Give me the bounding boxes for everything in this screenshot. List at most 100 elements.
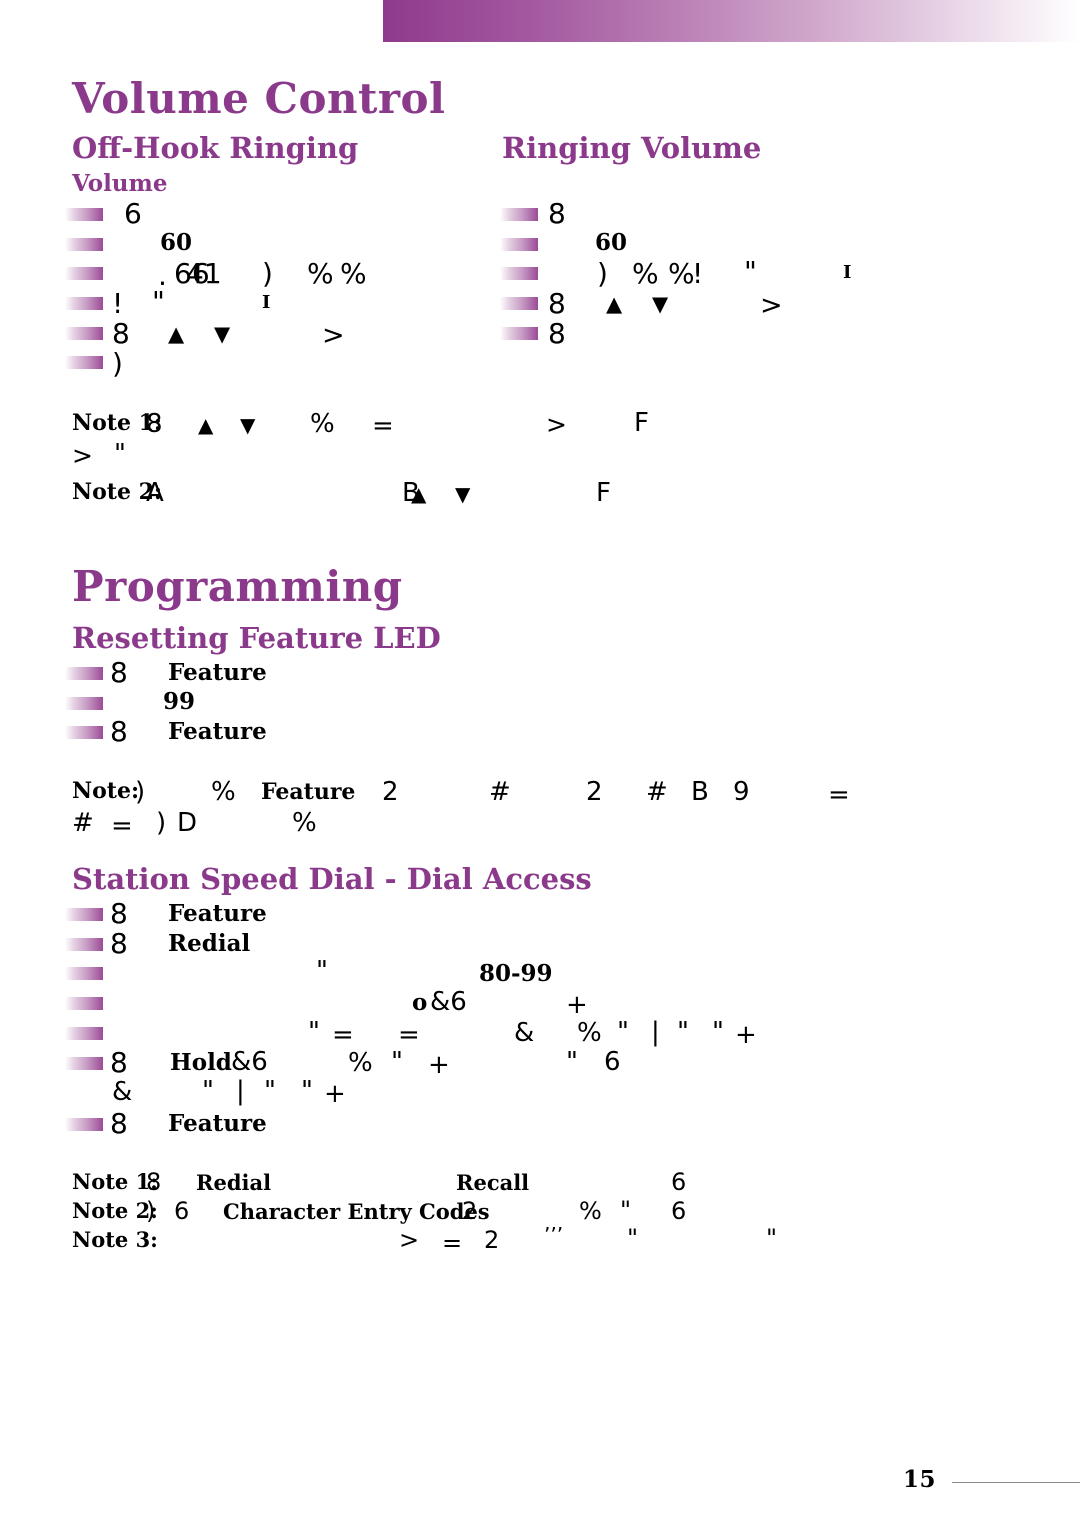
body-glyph: % xyxy=(292,808,317,838)
body-glyph: o xyxy=(412,989,428,1016)
body-glyph: ▲ xyxy=(606,292,623,316)
body-glyph: ▼ xyxy=(240,413,256,437)
body-glyph: ) xyxy=(262,257,273,290)
body-glyph: 8 xyxy=(112,317,130,350)
heading-off-hook-ringing: Off-Hook Ringing xyxy=(72,131,359,165)
body-glyph: = xyxy=(398,1020,420,1050)
body-glyph: I xyxy=(262,292,271,313)
body-glyph: > xyxy=(399,1226,420,1254)
body-glyph: ▲ xyxy=(411,482,427,506)
body-glyph: # xyxy=(72,808,94,838)
body-glyph: Feature xyxy=(168,900,267,927)
body-glyph: Character Entry Codes xyxy=(223,1199,490,1224)
body-glyph: " xyxy=(152,285,165,318)
body-glyph: 8 xyxy=(110,715,128,748)
body-glyph: D xyxy=(177,808,198,838)
body-glyph: " xyxy=(264,1076,276,1106)
body-glyph: Redial xyxy=(196,1170,272,1195)
body-glyph: % xyxy=(579,1197,602,1225)
bullet-marker xyxy=(65,1118,103,1131)
body-glyph: 8 xyxy=(548,197,566,230)
body-glyph: ) xyxy=(112,347,123,380)
body-glyph: 8 xyxy=(548,287,566,320)
body-glyph: Hold xyxy=(170,1049,232,1076)
body-glyph: ) xyxy=(597,257,608,290)
body-glyph: ▼ xyxy=(455,482,471,506)
body-glyph: 2 xyxy=(382,777,399,807)
body-glyph: 99 xyxy=(163,688,196,715)
body-glyph: " xyxy=(202,1076,214,1106)
body-glyph: Redial xyxy=(168,930,251,957)
footer-rule xyxy=(952,1482,1080,1483)
body-glyph: ▲ xyxy=(168,322,185,346)
body-glyph: " xyxy=(566,1047,578,1077)
body-glyph: > xyxy=(760,290,783,321)
body-glyph: = xyxy=(442,1229,463,1257)
bullet-marker xyxy=(65,997,103,1010)
body-glyph: + xyxy=(428,1050,450,1080)
page-title-programming: Programming xyxy=(72,562,403,611)
body-glyph: | xyxy=(651,1017,660,1047)
body-glyph: 6 xyxy=(604,1047,621,1077)
bullet-marker xyxy=(65,208,103,221)
body-glyph: ▲ xyxy=(198,413,214,437)
body-glyph: ) xyxy=(156,808,167,838)
body-glyph: I xyxy=(843,262,852,283)
body-glyph: ) xyxy=(146,1197,156,1225)
body-glyph: 6 xyxy=(174,1197,190,1225)
heading-resetting-feature-led: Resetting Feature LED xyxy=(72,621,441,655)
body-glyph: % xyxy=(668,257,695,290)
body-glyph: + xyxy=(735,1020,757,1050)
bullet-marker xyxy=(65,327,103,340)
bullet-marker xyxy=(65,908,103,921)
body-glyph: Recall xyxy=(456,1170,530,1195)
body-glyph: % xyxy=(632,257,659,290)
body-glyph: 8 xyxy=(548,317,566,350)
body-glyph: " xyxy=(712,1017,724,1047)
body-glyph: " xyxy=(744,255,757,288)
body-glyph: ) xyxy=(135,777,146,807)
body-glyph: 8 xyxy=(110,656,128,689)
body-glyph: # xyxy=(489,777,511,807)
body-glyph: " xyxy=(316,956,328,986)
body-glyph: ! xyxy=(692,257,704,290)
body-glyph: 60 xyxy=(595,229,628,256)
body-glyph: &6 xyxy=(231,1047,268,1077)
body-glyph: 8 xyxy=(110,1107,128,1140)
body-glyph: > xyxy=(72,441,93,470)
body-glyph: 8 xyxy=(146,409,163,439)
body-glyph: A xyxy=(146,478,164,508)
body-glyph: = xyxy=(372,411,394,441)
body-glyph: + xyxy=(324,1079,346,1109)
body-glyph: = xyxy=(332,1020,354,1050)
body-glyph: % xyxy=(577,1018,602,1048)
heading-ringing-volume: Ringing Volume xyxy=(502,131,762,165)
body-glyph: 6 xyxy=(124,197,142,230)
bullet-marker xyxy=(65,697,103,710)
body-glyph: F xyxy=(596,478,611,508)
body-glyph: > xyxy=(322,320,345,351)
body-glyph: ! xyxy=(112,287,124,320)
bullet-marker xyxy=(65,238,103,251)
body-glyph: " xyxy=(308,1017,320,1047)
bullet-marker xyxy=(500,238,538,251)
bullet-marker xyxy=(500,327,538,340)
body-glyph: % xyxy=(211,777,236,807)
bullet-marker xyxy=(65,297,103,310)
body-glyph: 8 xyxy=(146,1168,162,1196)
body-glyph: " xyxy=(301,1076,313,1106)
body-glyph: % xyxy=(310,409,335,439)
body-glyph: 2 xyxy=(586,777,603,807)
body-glyph: 8 xyxy=(110,1046,128,1079)
bullet-marker xyxy=(65,967,103,980)
body-glyph: 2 xyxy=(484,1226,500,1254)
body-glyph: " xyxy=(620,1196,632,1224)
document-page: Volume Control Off-Hook Ringing Volume R… xyxy=(0,0,1080,1533)
note-label-prog: Note: xyxy=(72,778,140,804)
page-title-volume-control: Volume Control xyxy=(72,74,446,123)
body-glyph: | xyxy=(236,1076,245,1106)
body-glyph: 6 xyxy=(671,1197,687,1225)
body-glyph: & xyxy=(514,1018,535,1048)
body-glyph: B xyxy=(691,777,709,807)
bullet-marker xyxy=(65,1057,103,1070)
